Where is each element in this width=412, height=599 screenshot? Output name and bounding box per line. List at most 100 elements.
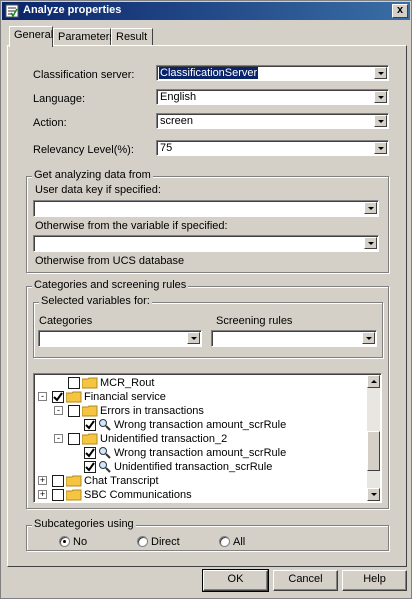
categories-label: Categories: [39, 315, 93, 327]
scroll-down-button[interactable]: [367, 488, 380, 501]
tree-item-mcr-rout[interactable]: MCR_Rout: [34, 376, 368, 390]
language-value: English: [160, 91, 197, 103]
radio-direct-label: Direct: [151, 536, 180, 548]
tree-item-label: Chat Transcript: [84, 475, 159, 487]
tree-item-label: Unidentified transaction_2: [100, 433, 228, 445]
action-combo[interactable]: screen: [156, 113, 389, 129]
tree-checkbox[interactable]: [68, 433, 80, 445]
folder-icon: [82, 377, 98, 389]
expander-glyph: -: [57, 433, 60, 443]
scroll-up-button[interactable]: [367, 375, 380, 388]
chevron-down-icon: [378, 72, 384, 75]
chevron-down-icon: [378, 96, 384, 99]
dropdown-button[interactable]: [374, 115, 387, 127]
tab-general-label: General: [14, 29, 54, 41]
folder-icon: [66, 391, 82, 403]
collapse-icon[interactable]: -: [38, 392, 47, 401]
radio-no-label: No: [73, 536, 88, 548]
chevron-down-icon: [378, 147, 384, 150]
dropdown-button[interactable]: [364, 202, 377, 214]
language-combo[interactable]: English: [156, 89, 389, 105]
magnifier-icon: [99, 461, 111, 473]
expand-icon[interactable]: +: [38, 490, 47, 499]
tree-checkbox[interactable]: [52, 475, 64, 487]
categories-tree[interactable]: MCR_Rout - Financial service - Errors in…: [33, 373, 382, 503]
categories-combo[interactable]: [38, 330, 202, 347]
tree-scrollbar[interactable]: [367, 375, 380, 501]
tree-item-unidentified-transaction-rule[interactable]: Unidentified transaction_scrRule: [34, 460, 368, 474]
radio-selected-dot: [63, 540, 66, 543]
tree-item-errors-in-transactions[interactable]: - Errors in transactions: [34, 404, 368, 418]
help-button[interactable]: Help: [342, 570, 407, 591]
cancel-label: Cancel: [288, 573, 323, 585]
tree-item-label: Errors in transactions: [100, 405, 204, 417]
close-button[interactable]: x: [392, 4, 408, 18]
dropdown-button[interactable]: [374, 91, 387, 103]
dropdown-button[interactable]: [374, 142, 387, 154]
tab-parameters-label: Parameters: [58, 31, 115, 43]
tree-item-sbc-communications[interactable]: + SBC Communications: [34, 488, 368, 502]
chevron-up-icon: [371, 380, 377, 383]
tree-item-financial-service[interactable]: - Financial service: [34, 390, 368, 404]
cancel-button[interactable]: Cancel: [273, 570, 338, 591]
tree-item-label: MCR_Rout: [100, 377, 155, 389]
tree-checkbox[interactable]: [68, 377, 80, 389]
categories-group-legend: Categories and screening rules: [32, 279, 189, 291]
tree-item-label: Financial service: [84, 391, 166, 403]
chevron-down-icon: [371, 493, 377, 496]
ok-button[interactable]: OK: [202, 569, 269, 592]
radio-all[interactable]: [219, 536, 230, 547]
folder-icon: [66, 489, 82, 501]
tree-checkbox-checked[interactable]: [52, 391, 64, 403]
chevron-down-icon: [368, 242, 374, 245]
language-label: Language:: [33, 93, 85, 105]
selected-variables-legend: Selected variables for:: [39, 295, 152, 307]
app-icon: [5, 4, 19, 18]
title-bar[interactable]: Analyze properties x: [2, 2, 410, 20]
checkmark-icon: [53, 392, 63, 402]
radio-all-label: All: [233, 536, 246, 548]
tree-checkbox-checked[interactable]: [84, 419, 96, 431]
radio-direct[interactable]: [137, 536, 148, 547]
tab-general[interactable]: General: [9, 26, 53, 47]
chevron-down-icon: [368, 207, 374, 210]
tree-item-label: Unidentified transaction_scrRule: [114, 461, 273, 473]
magnifier-icon: [99, 419, 111, 431]
tree-item-label: Wrong transaction amount_scrRule: [114, 447, 287, 459]
folder-icon: [82, 405, 98, 417]
tree-item-label: SBC Communications: [84, 489, 192, 501]
user-data-key-combo[interactable]: [33, 200, 379, 217]
dropdown-button[interactable]: [364, 237, 377, 249]
chevron-down-icon: [378, 120, 384, 123]
screening-rules-combo[interactable]: [211, 330, 377, 347]
tree-checkbox[interactable]: [68, 405, 80, 417]
classification-server-label: Classification server:: [33, 69, 135, 81]
relevancy-level-value: 75: [160, 142, 173, 154]
tree-item-wrong-transaction-amount-2[interactable]: Wrong transaction amount_scrRule: [34, 446, 368, 460]
scroll-thumb[interactable]: [367, 431, 380, 471]
dropdown-button[interactable]: [187, 332, 200, 344]
variable-combo[interactable]: [33, 235, 379, 252]
tree-item-chat-transcript[interactable]: + Chat Transcript: [34, 474, 368, 488]
tree-checkbox-checked[interactable]: [84, 461, 96, 473]
tree-checkbox-checked[interactable]: [84, 447, 96, 459]
expand-icon[interactable]: +: [38, 476, 47, 485]
analyzing-data-legend: Get analyzing data from: [32, 169, 153, 181]
dropdown-button[interactable]: [362, 332, 375, 344]
tree-checkbox[interactable]: [52, 489, 64, 501]
relevancy-level-combo[interactable]: 75: [156, 140, 389, 156]
tree-item-unidentified-transaction-2[interactable]: - Unidentified transaction_2: [34, 432, 368, 446]
tree-item-wrong-transaction-amount[interactable]: Wrong transaction amount_scrRule: [34, 418, 368, 432]
tab-parameters[interactable]: Parameters: [53, 28, 115, 46]
collapse-icon[interactable]: -: [54, 434, 63, 443]
ok-label: OK: [227, 573, 244, 585]
collapse-icon[interactable]: -: [54, 406, 63, 415]
tab-result-label: Result: [116, 31, 148, 43]
window-title: Analyze properties: [23, 4, 122, 16]
dropdown-button[interactable]: [374, 67, 387, 79]
radio-no[interactable]: [59, 536, 70, 547]
ucs-database-label: Otherwise from UCS database: [35, 255, 185, 267]
classification-server-combo[interactable]: ClassificationServer: [156, 65, 389, 81]
expander-glyph: -: [41, 391, 44, 401]
tab-result[interactable]: Result: [111, 28, 153, 46]
